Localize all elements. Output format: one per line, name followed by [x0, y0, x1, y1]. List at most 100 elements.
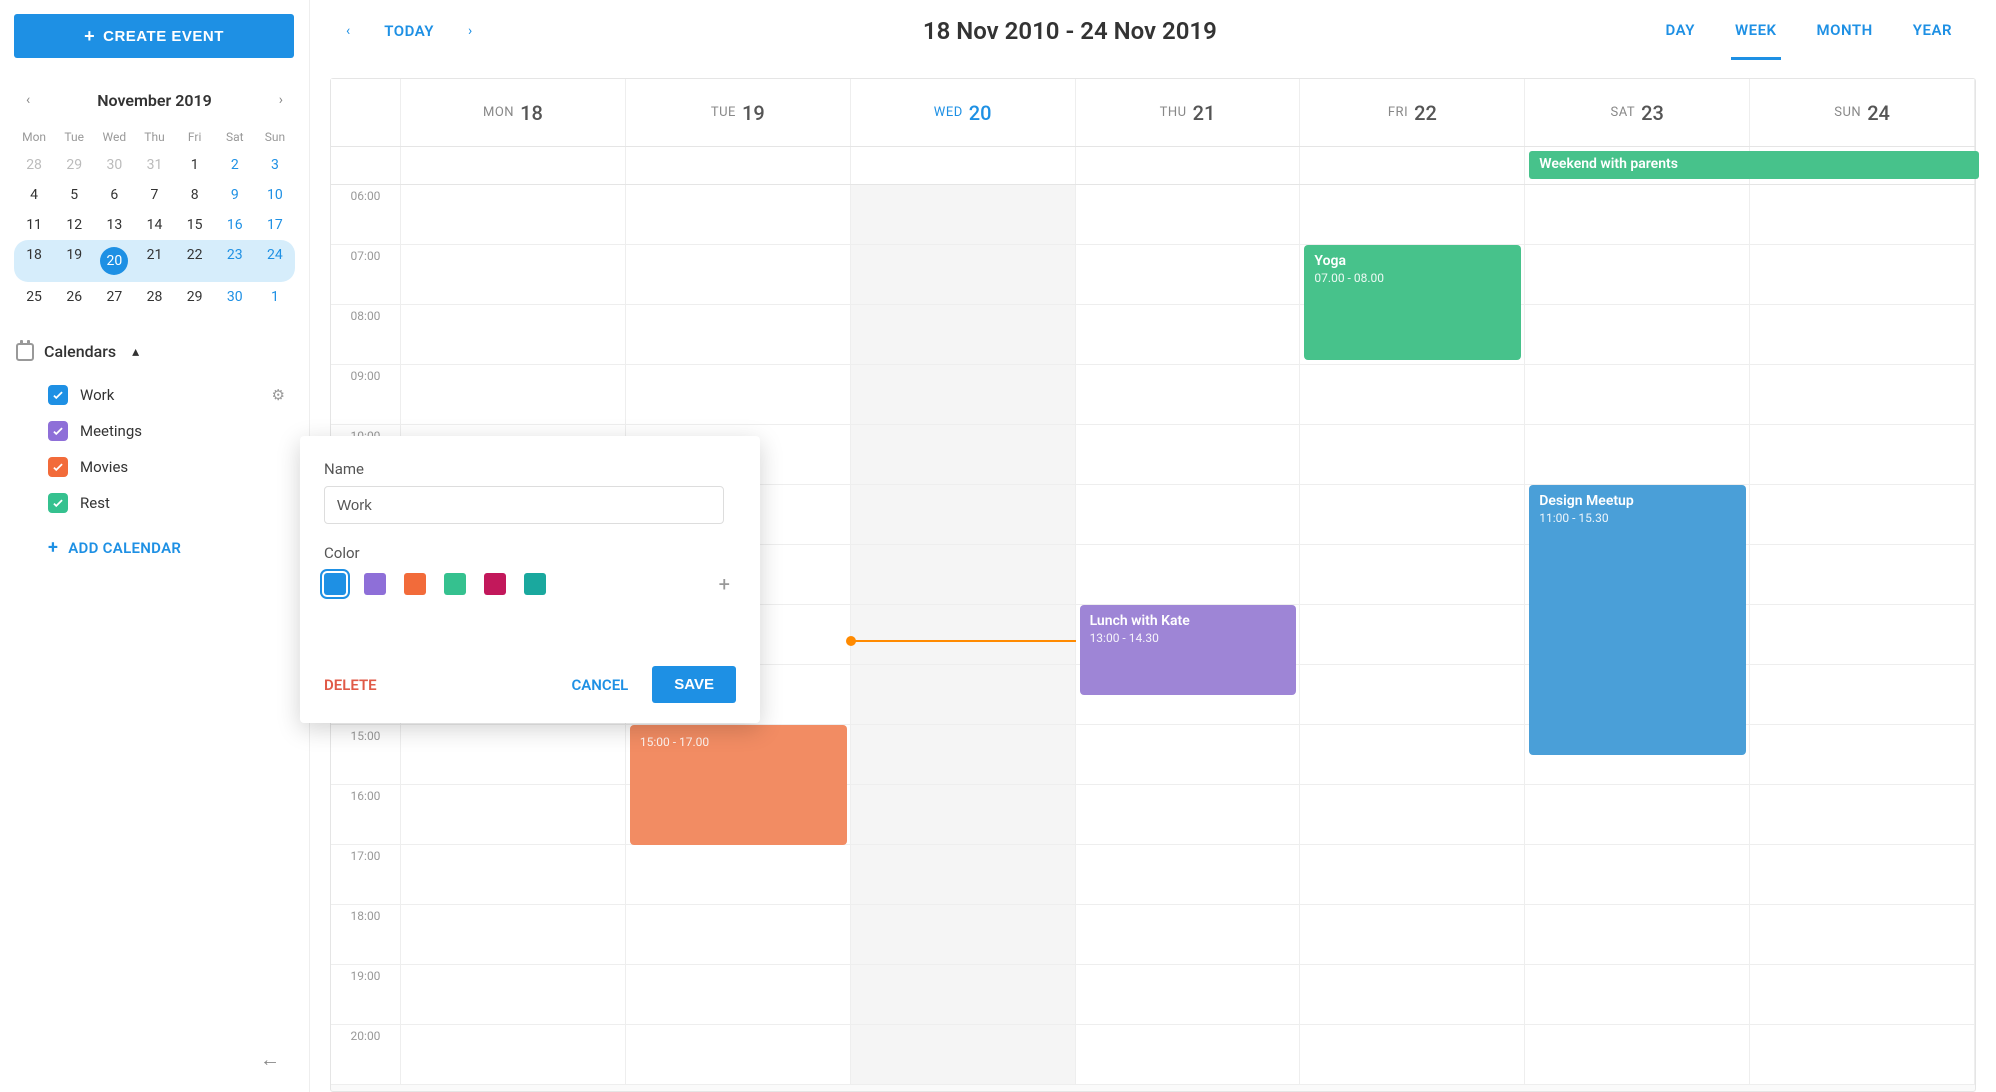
- grid-cell[interactable]: [1750, 905, 1975, 964]
- grid-cell[interactable]: [1750, 785, 1975, 844]
- grid-cell[interactable]: [401, 305, 626, 364]
- grid-cell[interactable]: [1300, 485, 1525, 544]
- calendar-event[interactable]: 15:00 - 17.00: [630, 725, 847, 845]
- mini-cal-day[interactable]: 5: [54, 180, 94, 210]
- day-header[interactable]: FRI22: [1300, 79, 1525, 146]
- grid-cell[interactable]: [851, 725, 1076, 784]
- mini-cal-day[interactable]: 6: [94, 180, 134, 210]
- grid-cell[interactable]: [626, 305, 851, 364]
- grid-cell[interactable]: [1300, 545, 1525, 604]
- grid-cell[interactable]: [1076, 485, 1301, 544]
- mini-cal-day[interactable]: 30: [215, 282, 255, 312]
- view-tab-day[interactable]: DAY: [1661, 3, 1698, 60]
- prev-week-button[interactable]: ‹: [340, 17, 356, 45]
- mini-cal-day[interactable]: 13: [94, 210, 134, 240]
- grid-cell[interactable]: [1525, 365, 1750, 424]
- mini-cal-day[interactable]: 23: [215, 240, 255, 282]
- calendar-item[interactable]: Meetings: [48, 413, 295, 449]
- mini-cal-next-button[interactable]: ›: [275, 88, 287, 112]
- grid-cell[interactable]: [851, 965, 1076, 1024]
- grid-cell[interactable]: [1525, 845, 1750, 904]
- grid-cell[interactable]: [1300, 965, 1525, 1024]
- mini-cal-day[interactable]: 14: [134, 210, 174, 240]
- mini-cal-day[interactable]: 17: [255, 210, 295, 240]
- calendar-event[interactable]: Lunch with Kate13:00 - 14.30: [1080, 605, 1297, 695]
- calendar-checkbox[interactable]: [48, 385, 68, 405]
- grid-cell[interactable]: [1076, 365, 1301, 424]
- grid-cell[interactable]: [1750, 725, 1975, 784]
- grid-cell[interactable]: [1076, 965, 1301, 1024]
- delete-button[interactable]: DELETE: [324, 676, 377, 694]
- grid-cell[interactable]: [401, 845, 626, 904]
- mini-cal-day[interactable]: 3: [255, 150, 295, 180]
- mini-cal-day[interactable]: 1: [175, 150, 215, 180]
- grid-cell[interactable]: [1750, 425, 1975, 484]
- grid-cell[interactable]: [1750, 365, 1975, 424]
- grid-cell[interactable]: [1750, 185, 1975, 244]
- mini-cal-day[interactable]: 26: [54, 282, 94, 312]
- grid-cell[interactable]: [1076, 305, 1301, 364]
- mini-cal-day[interactable]: 8: [175, 180, 215, 210]
- grid-cell[interactable]: [1525, 245, 1750, 304]
- grid-cell[interactable]: [851, 1025, 1076, 1084]
- allday-cell[interactable]: [626, 147, 851, 184]
- grid-cell[interactable]: [1076, 545, 1301, 604]
- calendar-checkbox[interactable]: [48, 493, 68, 513]
- mini-cal-day[interactable]: 20: [94, 240, 134, 282]
- grid-cell[interactable]: [1750, 665, 1975, 724]
- calendars-section-header[interactable]: Calendars ▴: [14, 336, 295, 367]
- day-header[interactable]: MON18: [401, 79, 626, 146]
- grid-cell[interactable]: [1750, 485, 1975, 544]
- calendar-event[interactable]: Yoga07.00 - 08.00: [1304, 245, 1521, 360]
- grid-cell[interactable]: [626, 1025, 851, 1084]
- grid-cell[interactable]: [401, 725, 626, 784]
- mini-cal-prev-button[interactable]: ‹: [22, 88, 34, 112]
- grid-cell[interactable]: [401, 185, 626, 244]
- day-header[interactable]: WED20: [851, 79, 1076, 146]
- grid-cell[interactable]: [1300, 845, 1525, 904]
- grid-cell[interactable]: [1300, 905, 1525, 964]
- grid-cell[interactable]: [1750, 305, 1975, 364]
- mini-cal-day[interactable]: 27: [94, 282, 134, 312]
- grid-cell[interactable]: [1300, 365, 1525, 424]
- grid-cell[interactable]: [626, 965, 851, 1024]
- grid-cell[interactable]: [1300, 1025, 1525, 1084]
- grid-cell[interactable]: [401, 785, 626, 844]
- grid-cell[interactable]: [1750, 545, 1975, 604]
- mini-cal-day[interactable]: 2: [215, 150, 255, 180]
- day-header[interactable]: THU21: [1076, 79, 1301, 146]
- mini-cal-day[interactable]: 28: [134, 282, 174, 312]
- add-color-button[interactable]: +: [713, 572, 736, 596]
- grid-cell[interactable]: [1076, 1025, 1301, 1084]
- grid-cell[interactable]: [1750, 245, 1975, 304]
- grid-cell[interactable]: [1525, 185, 1750, 244]
- grid-cell[interactable]: [1525, 905, 1750, 964]
- grid-cell[interactable]: [401, 905, 626, 964]
- grid-cell[interactable]: [851, 185, 1076, 244]
- mini-cal-day[interactable]: 1: [255, 282, 295, 312]
- grid-cell[interactable]: [1525, 425, 1750, 484]
- grid-cell[interactable]: [1076, 845, 1301, 904]
- grid-cell[interactable]: [1750, 965, 1975, 1024]
- grid-cell[interactable]: [1076, 725, 1301, 784]
- grid-cell[interactable]: [1076, 245, 1301, 304]
- allday-cell[interactable]: [401, 147, 626, 184]
- color-swatch[interactable]: [444, 573, 466, 595]
- grid-cell[interactable]: [401, 1025, 626, 1084]
- grid-cell[interactable]: [626, 905, 851, 964]
- grid-cell[interactable]: [626, 845, 851, 904]
- grid-cell[interactable]: [1300, 185, 1525, 244]
- grid-cell[interactable]: [1300, 425, 1525, 484]
- mini-cal-day[interactable]: 16: [215, 210, 255, 240]
- grid-cell[interactable]: [851, 245, 1076, 304]
- mini-cal-day[interactable]: 12: [54, 210, 94, 240]
- mini-cal-day[interactable]: 24: [255, 240, 295, 282]
- grid-cell[interactable]: [1076, 785, 1301, 844]
- grid-cell[interactable]: [851, 605, 1076, 664]
- grid-cell[interactable]: [401, 965, 626, 1024]
- grid-cell[interactable]: [401, 245, 626, 304]
- grid-cell[interactable]: [1300, 785, 1525, 844]
- color-swatch[interactable]: [524, 573, 546, 595]
- color-swatch[interactable]: [324, 573, 346, 595]
- grid-cell[interactable]: [851, 305, 1076, 364]
